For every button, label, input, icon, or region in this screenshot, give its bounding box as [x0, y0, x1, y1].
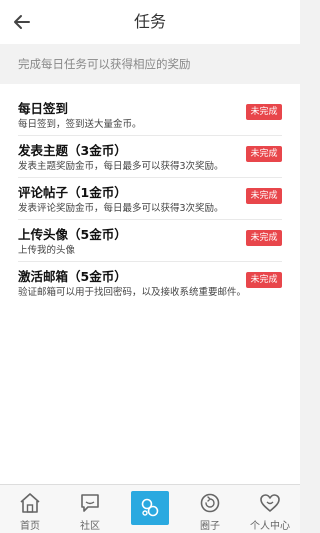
task-description: 发表评论奖励金币，每日最多可以获得3次奖励。 — [18, 203, 224, 214]
bottom-tab-bar: 首页 社区 圈子 个人中心 — [0, 484, 300, 533]
tab-circle[interactable]: 圈子 — [180, 485, 240, 533]
status-badge: 未完成 — [246, 272, 282, 288]
task-name: 上传头像（5金币） — [18, 227, 127, 242]
status-badge: 未完成 — [246, 230, 282, 246]
tab-center-action[interactable] — [120, 485, 180, 533]
task-description: 发表主题奖励金币，每日最多可以获得3次奖励。 — [18, 161, 224, 172]
task-description: 上传我的头像 — [18, 245, 76, 256]
home-icon — [20, 493, 40, 513]
task-item[interactable]: 评论帖子（1金币） 发表评论奖励金币，每日最多可以获得3次奖励。 未完成 — [18, 178, 282, 220]
task-item[interactable]: 发表主题（3金币） 发表主题奖励金币，每日最多可以获得3次奖励。 未完成 — [18, 136, 282, 178]
status-badge: 未完成 — [246, 104, 282, 120]
tab-label: 圈子 — [200, 521, 220, 532]
tab-label: 社区 — [80, 521, 100, 532]
bubbles-icon — [141, 498, 159, 517]
tab-label: 个人中心 — [250, 521, 290, 532]
task-list: 每日签到 每日签到，签到送大量金币。 未完成 发表主题（3金币） 发表主题奖励金… — [0, 84, 300, 484]
task-description: 验证邮箱可以用于找回密码，以及接收系统重要邮件。 — [18, 287, 247, 298]
task-item[interactable]: 上传头像（5金币） 上传我的头像 未完成 — [18, 220, 282, 262]
heart-smile-icon — [260, 494, 280, 512]
refresh-icon — [200, 493, 220, 513]
chat-icon — [81, 494, 99, 512]
tab-profile[interactable]: 个人中心 — [240, 485, 300, 533]
task-name: 评论帖子（1金币） — [18, 185, 127, 200]
task-hint: 完成每日任务可以获得相应的奖励 — [0, 44, 300, 84]
task-item[interactable]: 每日签到 每日签到，签到送大量金币。 未完成 — [18, 94, 282, 136]
task-name: 激活邮箱（5金币） — [18, 269, 127, 284]
status-badge: 未完成 — [246, 188, 282, 204]
task-name: 每日签到 — [18, 101, 69, 116]
task-description: 每日签到，签到送大量金币。 — [18, 119, 142, 130]
tab-home[interactable]: 首页 — [0, 485, 60, 533]
task-name: 发表主题（3金币） — [18, 143, 127, 158]
tab-community[interactable]: 社区 — [60, 485, 120, 533]
top-bar: 任务 — [0, 0, 300, 44]
task-item[interactable]: 激活邮箱（5金币） 验证邮箱可以用于找回密码，以及接收系统重要邮件。 未完成 — [18, 262, 282, 304]
tab-label: 首页 — [20, 521, 40, 532]
page-title: 任务 — [133, 12, 166, 31]
status-badge: 未完成 — [246, 146, 282, 162]
center-action-button[interactable] — [131, 491, 169, 525]
